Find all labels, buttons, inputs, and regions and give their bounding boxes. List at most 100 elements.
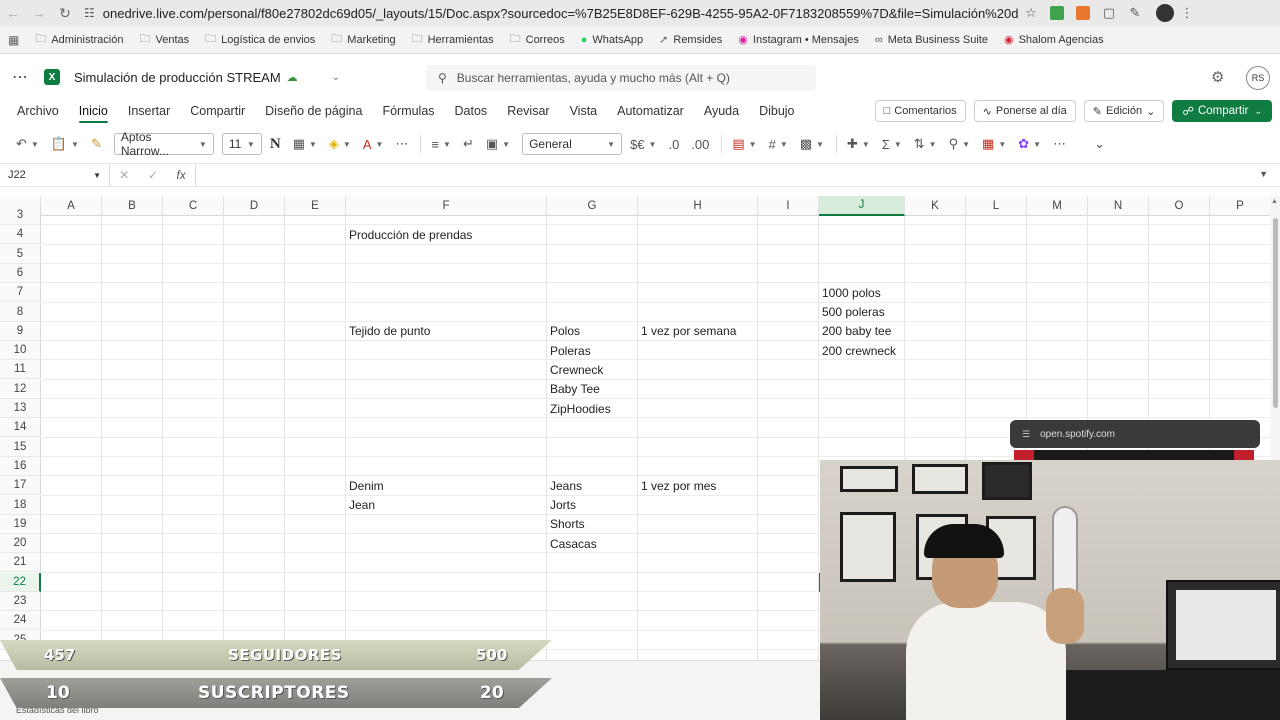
bookmark-whatsapp[interactable]: ● WhatsApp [581,34,643,46]
forward-icon[interactable]: → [26,0,52,26]
site-info-icon[interactable]: ☷ [84,6,95,20]
bold-button[interactable]: N [270,136,281,153]
cell-j10[interactable]: 200 crewneck [819,341,896,360]
column-header-h[interactable]: H [638,196,758,216]
bookmark-star-icon[interactable]: ☆ [1018,2,1044,24]
column-header-n[interactable]: N [1088,196,1149,216]
tab-ayuda[interactable]: Ayuda [704,104,739,118]
cell-styles-icon[interactable]: ▩ ▼ [800,136,824,152]
bookmark-ventas[interactable]: 🗀 Ventas [139,30,189,49]
cell-g17[interactable]: Jeans [547,476,582,495]
column-header-d[interactable]: D [224,196,285,216]
bookmark-correos[interactable]: 🗀 Correos [510,30,565,49]
scrollbar-thumb[interactable] [1273,218,1278,408]
column-header-k[interactable]: K [905,196,966,216]
bookmark-logistica[interactable]: 🗀 Logística de envios [205,30,315,49]
borders-icon[interactable]: ▦ ▼ [293,136,317,152]
cell-g11[interactable]: Crewneck [547,360,603,379]
row-header-5[interactable]: 5 [0,244,41,264]
column-header-m[interactable]: M [1027,196,1088,216]
row-header-10[interactable]: 10 [0,341,41,361]
row-header-13[interactable]: 13 [0,399,41,418]
column-header-c[interactable]: C [163,196,224,216]
format-painter-icon[interactable]: ✎ [91,136,102,152]
column-header-b[interactable]: B [102,196,163,216]
row-header-18[interactable]: 18 [0,495,41,515]
row-header-15[interactable]: 15 [0,437,41,457]
row-header-17[interactable]: 17 [0,476,41,496]
sum-icon[interactable]: Σ ▼ [882,137,902,152]
cell-f17[interactable]: Denim [346,476,384,495]
bookmark-remsides[interactable]: ➚ Remsides [659,33,722,47]
column-header-a[interactable]: A [41,196,102,216]
tab-compartir[interactable]: Compartir [190,104,245,118]
excel-logo-icon[interactable]: X [44,69,60,85]
column-header-e[interactable]: E [285,196,346,216]
row-header-6[interactable]: 6 [0,263,41,283]
fill-color-icon[interactable]: ◈ ▼ [329,136,351,152]
row-header-14[interactable]: 14 [0,418,41,438]
column-header-j[interactable]: J [819,196,905,216]
table-format-icon[interactable]: # ▼ [769,137,788,152]
cell-f4[interactable]: Producción de prendas [346,225,472,244]
editing-mode-button[interactable]: ✎ Edición ⌄ [1083,100,1165,122]
formula-input[interactable] [196,164,1280,186]
font-size-select[interactable]: 11 ▼ [221,133,262,155]
cell-g9[interactable]: Polos [547,322,580,341]
cell-j7[interactable]: 1000 polos [819,283,881,302]
wrap-text-icon[interactable]: ↵ [463,136,474,152]
paste-icon[interactable]: 📋 ▼ [51,136,79,152]
font-color-icon[interactable]: A ▼ [363,137,384,152]
cell-j8[interactable]: 500 poleras [819,303,885,322]
comments-button[interactable]: □ Comentarios [874,100,966,122]
chevron-down-icon[interactable]: ⌄ [332,72,340,83]
add-ins-icon[interactable]: ▦ ▼ [982,136,1006,152]
row-header-12[interactable]: 12 [0,379,41,399]
tab-insertar[interactable]: Insertar [128,104,170,118]
cell-f18[interactable]: Jean [346,496,375,515]
row-header-23[interactable]: 23 [0,592,41,611]
row-header-3[interactable]: 3 [0,206,41,225]
extension-orange-icon[interactable] [1070,2,1096,24]
confirm-icon[interactable]: ✓ [148,168,158,182]
catch-up-button[interactable]: ∿ Ponerse al día [973,100,1076,122]
bookmark-meta[interactable]: ∞ Meta Business Suite [875,34,988,46]
row-header-9[interactable]: 9 [0,321,41,341]
cell-j9[interactable]: 200 baby tee [819,322,891,341]
avatar[interactable]: RS [1246,66,1270,90]
bookmark-shalom[interactable]: ◉ Shalom Agencias [1004,33,1104,47]
increase-decimal-icon[interactable]: .00 [691,137,709,152]
gear-icon[interactable]: ⚙ [1211,68,1224,86]
row-header-7[interactable]: 7 [0,283,41,303]
cell-h17[interactable]: 1 vez por mes [638,476,716,495]
decrease-decimal-icon[interactable]: .0 [668,137,679,152]
row-header-11[interactable]: 11 [0,360,41,380]
more-options-icon[interactable]: ⋯ [395,136,408,152]
search-input[interactable]: ⚲ Buscar herramientas, ayuda y mucho más… [426,65,816,91]
tab-diseno-pagina[interactable]: Diseño de página [265,104,362,118]
row-header-4[interactable]: 4 [0,225,41,245]
more-options-icon[interactable]: ⋯ [1053,136,1066,152]
row-header-16[interactable]: 16 [0,456,41,476]
row-header-20[interactable]: 20 [0,534,41,554]
tab-vista[interactable]: Vista [570,104,598,118]
extension-green-icon[interactable] [1044,2,1070,24]
back-icon[interactable]: ← [0,0,26,26]
row-header-22[interactable]: 22 [0,572,41,592]
expand-formula-icon[interactable]: ▼ [1259,169,1268,179]
tab-formulas[interactable]: Fórmulas [382,104,434,118]
edit-icon[interactable]: ✎ [1122,2,1148,24]
conditional-format-icon[interactable]: ▤ ▼ [732,136,756,152]
cell-g18[interactable]: Jorts [547,496,576,515]
app-launcher-icon[interactable]: ⋯ [0,67,40,87]
row-header-19[interactable]: 19 [0,514,41,534]
fx-icon[interactable]: fx [176,168,185,182]
tab-dibujo[interactable]: Dibujo [759,104,794,118]
row-header-24[interactable]: 24 [0,611,41,631]
name-box[interactable]: J22 ▼ [0,164,110,186]
column-header-l[interactable]: L [966,196,1027,216]
tab-archivo[interactable]: Archivo [17,104,59,118]
browser-profile-avatar[interactable] [1156,4,1174,22]
spotify-popup[interactable]: ☰ open.spotify.com [1010,420,1260,460]
tab-datos[interactable]: Datos [455,104,488,118]
